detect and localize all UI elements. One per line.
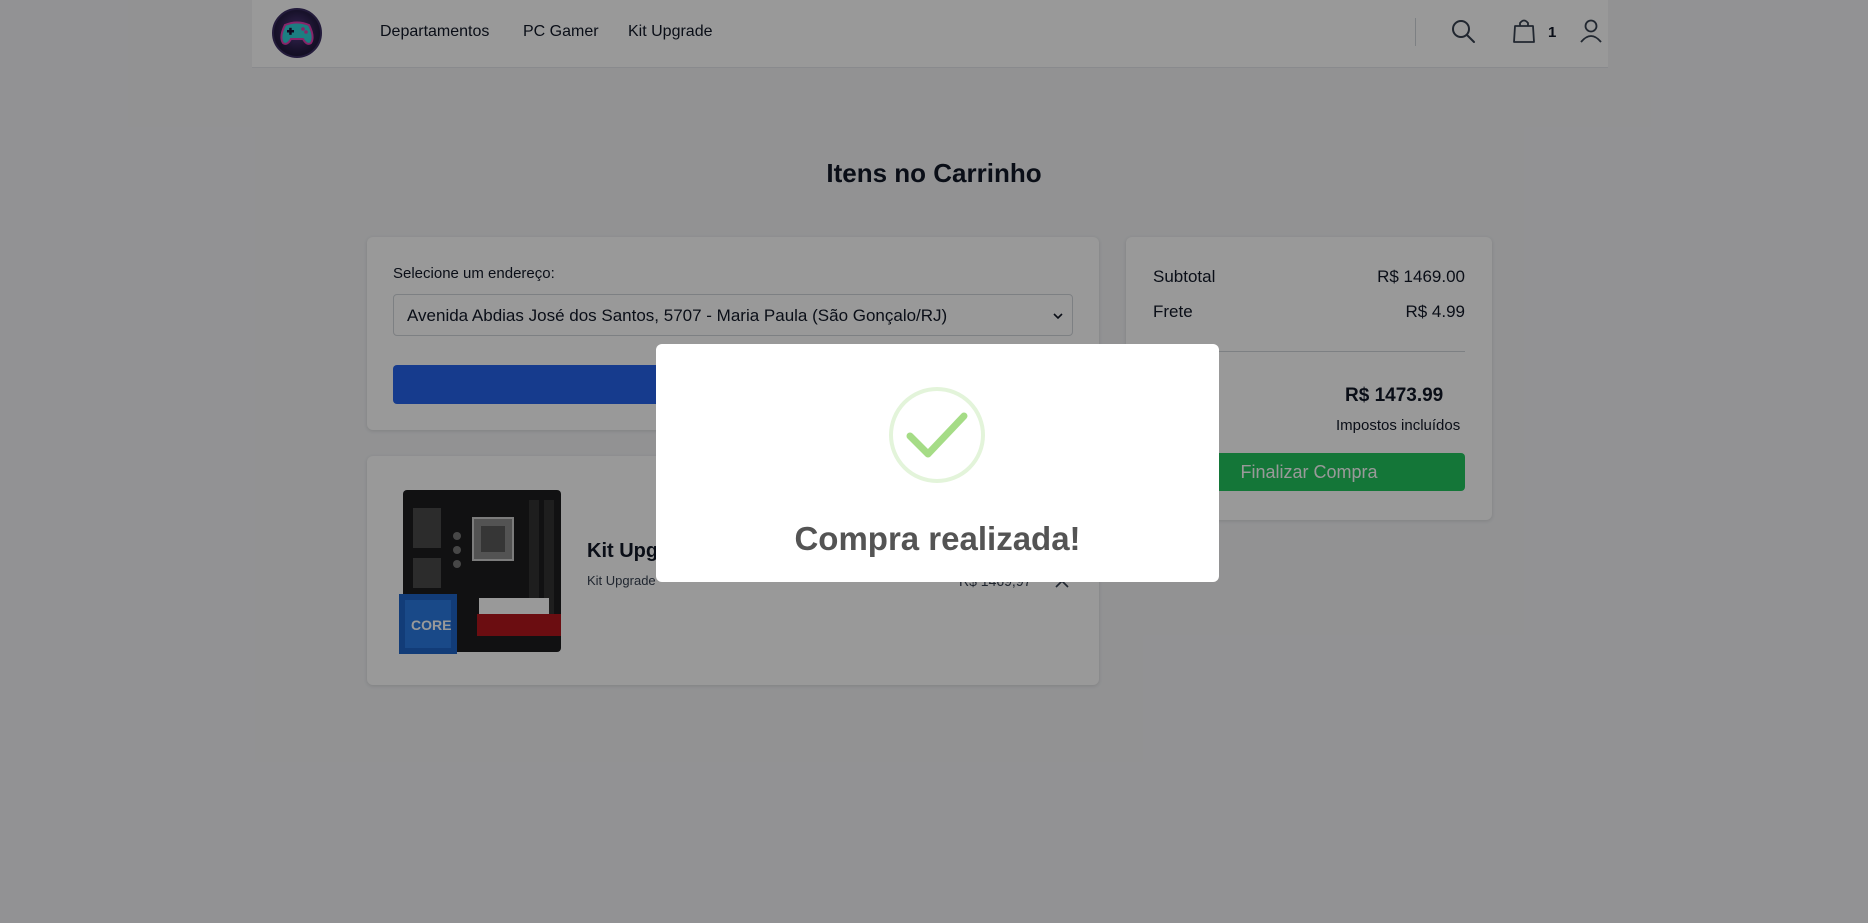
modal-title: Compra realizada! [794, 520, 1081, 557]
success-modal: Compra realizada! [656, 344, 1219, 582]
page: Departamentos PC Gamer Kit Upgrade 1 Ite… [0, 0, 1868, 923]
success-check-icon [888, 386, 986, 489]
